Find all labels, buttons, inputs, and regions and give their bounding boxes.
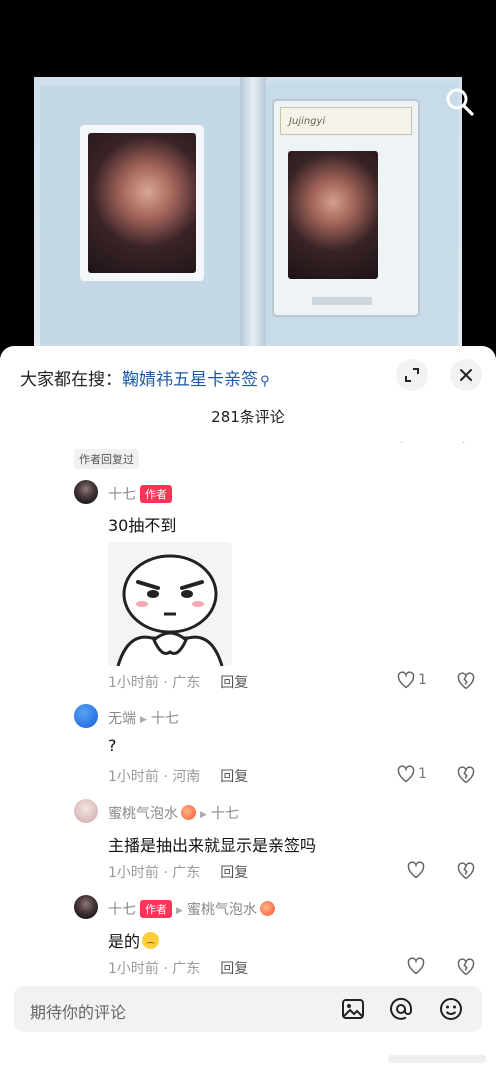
reply-button[interactable]: 回复 [220, 769, 248, 785]
reply-button[interactable]: 回复 [220, 675, 248, 691]
list-divider-dot: · [400, 438, 404, 449]
heart-icon [407, 861, 425, 879]
avatar[interactable] [74, 704, 98, 728]
dislike-button[interactable] [456, 765, 476, 785]
avatar[interactable] [74, 480, 98, 504]
reply-arrow-icon: ▶ [200, 810, 207, 820]
hot-search-keyword[interactable]: 鞠婧祎五星卡亲签 [122, 370, 258, 390]
comment-username[interactable]: 蜜桃气泡水 ▶ 十七 [108, 803, 239, 823]
comment-username[interactable]: 十七 作者 [108, 484, 172, 504]
reply-button[interactable]: 回复 [220, 961, 248, 977]
emoji-icon[interactable] [438, 996, 464, 1022]
signed-photocard [80, 125, 204, 281]
like-button[interactable]: 1 [396, 764, 427, 784]
search-icon[interactable] [444, 86, 476, 118]
dislike-button[interactable] [456, 957, 476, 977]
comment-meta: 1小时前 · 广东 回复 [108, 865, 249, 881]
peach-emoji-icon [259, 901, 275, 916]
author-badge: 作者 [140, 485, 172, 503]
like-count: 1 [418, 672, 427, 688]
comment-sticker[interactable] [108, 542, 232, 666]
author-replied-tag: 作者回复过 [74, 449, 139, 469]
reply-to-username[interactable]: 十七 [151, 711, 179, 727]
like-count: 1 [418, 766, 427, 782]
reply-button[interactable]: 回复 [220, 865, 248, 881]
peach-emoji-icon [181, 805, 196, 820]
broken-heart-icon [457, 672, 475, 690]
heart-icon [397, 671, 415, 689]
like-button[interactable] [406, 860, 428, 880]
comment-text: 主播是抽出来就显示是亲签吗 [108, 836, 317, 855]
slab-barcode [312, 297, 372, 305]
list-divider-dot: · [462, 438, 466, 449]
video-frame: Jujingyi [34, 77, 462, 347]
comment-input-placeholder: 期待你的评论 [30, 1003, 127, 1022]
close-button[interactable] [450, 359, 482, 391]
comment-meta: 1小时前 · 河南 回复 [108, 769, 249, 785]
broken-heart-icon [457, 958, 475, 976]
video-player[interactable]: Jujingyi [0, 0, 496, 360]
sad-emoji-icon [142, 932, 160, 949]
reply-arrow-icon: ▶ [176, 906, 183, 916]
like-button[interactable] [406, 956, 428, 976]
author-badge: 作者 [140, 900, 172, 918]
comment-text: ? [108, 736, 117, 755]
comment-username[interactable]: 十七 作者 ▶ 蜜桃气泡水 [108, 899, 275, 919]
comment-username[interactable]: 无端 ▶ 十七 [108, 708, 179, 728]
hot-search-magnifier-icon: ⚲ [260, 374, 270, 389]
slab-photocard [288, 151, 378, 279]
at-icon[interactable] [388, 996, 414, 1022]
like-button[interactable]: 1 [396, 670, 427, 690]
dislike-button[interactable] [456, 671, 476, 691]
comment-input[interactable]: 期待你的评论 [14, 986, 482, 1032]
hot-search-prefix: 大家都在搜： [20, 370, 122, 390]
comment-sheet: 大家都在搜：鞠婧祎五星卡亲签 ⚲ 281条评论 · · 作者回复过 十七 作者 30… [0, 346, 496, 1080]
comment-meta: 1小时前 · 广东 回复 [108, 961, 249, 977]
comment-text: 30抽不到 [108, 516, 177, 535]
broken-heart-icon [457, 862, 475, 880]
comment-meta: 1小时前 · 广东 回复 [108, 675, 249, 691]
slab-label: Jujingyi [280, 107, 412, 135]
hot-search-bar[interactable]: 大家都在搜：鞠婧祎五星卡亲签 ⚲ [20, 365, 270, 390]
avatar[interactable] [74, 895, 98, 919]
dislike-button[interactable] [456, 861, 476, 881]
reply-arrow-icon: ▶ [140, 715, 147, 725]
reply-to-username[interactable]: 十七 [211, 806, 239, 822]
watermark [388, 1051, 488, 1069]
comment-count: 281条评论 [211, 408, 285, 426]
comment-text: 是的 [108, 928, 160, 952]
image-icon[interactable] [340, 996, 366, 1022]
broken-heart-icon [457, 766, 475, 784]
expand-icon [405, 368, 419, 382]
graded-card-slab: Jujingyi [272, 99, 420, 317]
expand-button[interactable] [396, 359, 428, 391]
heart-icon [407, 957, 425, 975]
heart-icon [397, 765, 415, 783]
binder-spine [240, 77, 266, 347]
avatar[interactable] [74, 799, 98, 823]
close-icon [460, 369, 472, 381]
reply-to-username[interactable]: 蜜桃气泡水 [187, 902, 257, 918]
